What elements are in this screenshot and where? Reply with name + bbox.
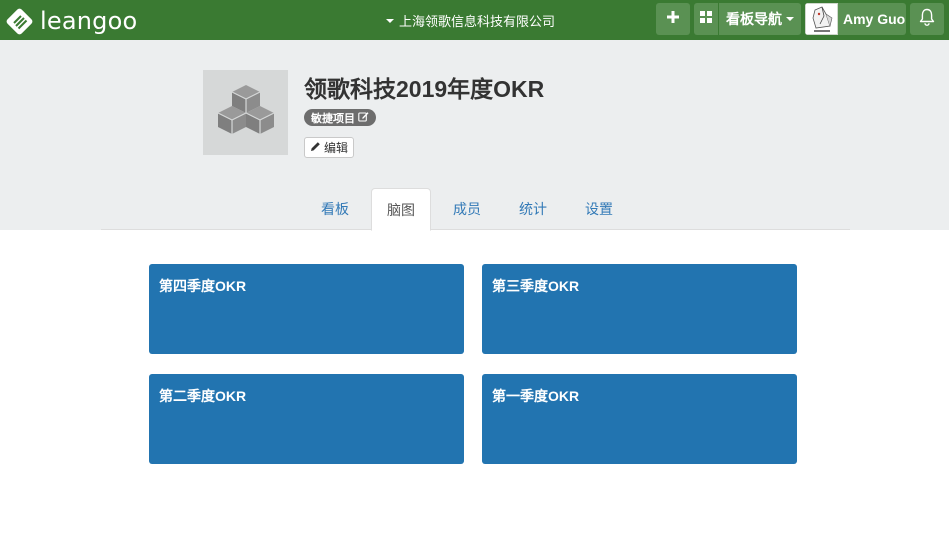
tab-label: 看板 [321, 201, 349, 217]
project-tabs: 看板 脑图 成员 统计 设置 [101, 188, 850, 231]
leangoo-logo-icon [6, 8, 33, 35]
brand-name: leangoo [40, 7, 138, 35]
mindmap-card[interactable]: 第一季度OKR [482, 374, 797, 464]
grid-icon [700, 10, 712, 28]
tab-label: 设置 [585, 201, 613, 217]
add-button[interactable] [656, 3, 690, 35]
project-thumbnail [203, 70, 288, 155]
mindmap-card-title: 第三季度OKR [492, 278, 580, 294]
tab-label: 脑图 [387, 201, 415, 218]
mindmap-card-title: 第一季度OKR [492, 388, 580, 404]
board-grid-button[interactable] [694, 3, 718, 35]
mindmap-card[interactable]: 第三季度OKR [482, 264, 797, 354]
tab-members[interactable]: 成员 [437, 188, 497, 230]
organization-dropdown[interactable]: 上海领歌信息科技有限公司 [386, 11, 555, 30]
mindmap-card-title: 第二季度OKR [159, 388, 247, 404]
project-type-label: 敏捷项目 [311, 112, 355, 125]
tab-settings[interactable]: 设置 [569, 188, 629, 230]
tab-statistics[interactable]: 统计 [503, 188, 563, 230]
project-type-badge[interactable]: 敏捷项目 [304, 109, 376, 126]
caret-down-icon [386, 18, 394, 23]
project-title: 领歌科技2019年度OKR [304, 76, 545, 102]
mindmap-card-title: 第四季度OKR [159, 278, 247, 294]
user-menu[interactable]: Amy Guo [805, 3, 906, 35]
tab-label: 成员 [453, 201, 481, 217]
user-name: Amy Guo [843, 11, 906, 27]
tab-board[interactable]: 看板 [305, 188, 365, 230]
mindmap-card[interactable]: 第四季度OKR [149, 264, 464, 354]
plus-icon [667, 10, 679, 28]
pencil-icon [310, 141, 324, 155]
tab-mindmap[interactable]: 脑图 [371, 188, 431, 231]
brand-logo[interactable]: leangoo [6, 7, 137, 35]
notifications-button[interactable] [910, 3, 944, 35]
cubes-icon [215, 83, 277, 142]
edit-label: 编辑 [324, 141, 349, 155]
bell-icon [919, 8, 935, 31]
board-navigation-dropdown[interactable]: 看板导航 [719, 3, 801, 35]
board-navigation-label: 看板导航 [726, 11, 782, 27]
tab-label: 统计 [519, 201, 547, 217]
project-header: 领歌科技2019年度OKR 敏捷项目 编辑 看板 脑图 成员 统计 设置 [0, 40, 949, 231]
edit-square-icon [355, 111, 369, 125]
avatar [805, 3, 838, 35]
mindmap-card[interactable]: 第二季度OKR [149, 374, 464, 464]
caret-down-icon [786, 17, 794, 21]
top-navbar: leangoo 上海领歌信息科技有限公司 看板导航 Amy Guo [0, 0, 949, 40]
organization-name: 上海领歌信息科技有限公司 [399, 14, 556, 29]
edit-button[interactable]: 编辑 [304, 137, 355, 158]
